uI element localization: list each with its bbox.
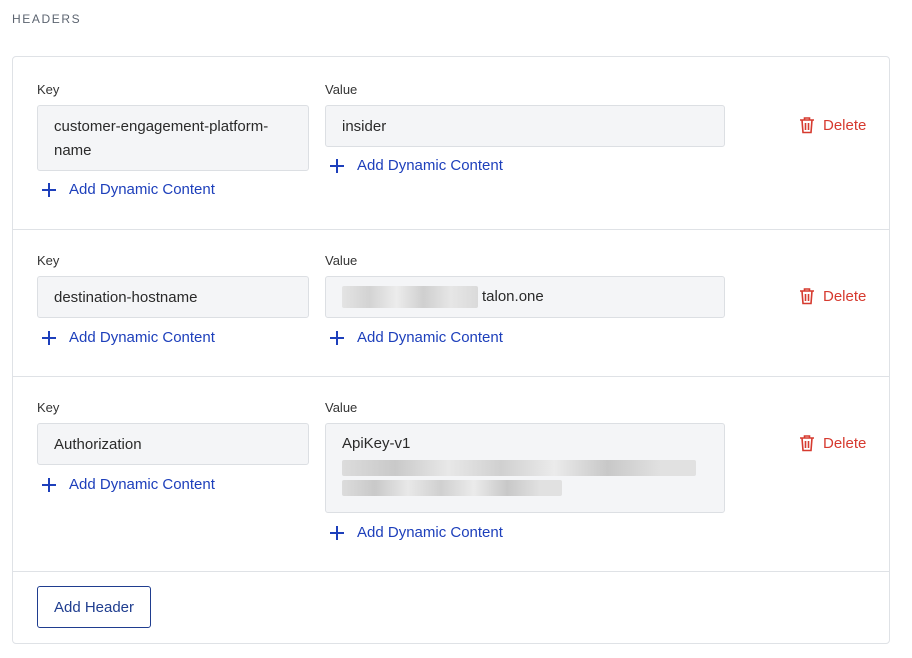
- plus-icon: [330, 525, 344, 540]
- plus-icon: [42, 477, 56, 492]
- trash-icon: [800, 117, 814, 134]
- value-label: Value: [325, 400, 358, 415]
- add-dynamic-content-label: Add Dynamic Content: [357, 329, 503, 346]
- redacted-text: [342, 460, 696, 476]
- key-input[interactable]: customer-engagement-platform-name: [37, 105, 309, 171]
- value-label: Value: [325, 253, 358, 268]
- plus-icon: [42, 330, 56, 345]
- value-input[interactable]: insider: [325, 105, 725, 147]
- trash-icon: [800, 288, 814, 305]
- value-text: ApiKey-v1: [342, 435, 411, 452]
- add-dynamic-content-value[interactable]: Add Dynamic Content: [329, 329, 503, 346]
- add-dynamic-content-label: Add Dynamic Content: [69, 329, 215, 346]
- delete-button[interactable]: Delete: [799, 434, 866, 452]
- plus-icon: [42, 182, 56, 197]
- key-label: Key: [37, 82, 60, 97]
- key-label: Key: [37, 253, 60, 268]
- add-dynamic-content-label: Add Dynamic Content: [69, 476, 215, 493]
- trash-icon: [800, 435, 814, 452]
- headers-panel: Key customer-engagement-platform-name Ad…: [12, 56, 890, 644]
- delete-button[interactable]: Delete: [799, 287, 866, 305]
- key-input[interactable]: Authorization: [37, 423, 309, 465]
- add-header-button[interactable]: Add Header: [37, 586, 151, 628]
- add-dynamic-content-label: Add Dynamic Content: [69, 181, 215, 198]
- section-title: HEADERS: [12, 12, 82, 26]
- value-input[interactable]: talon.one: [325, 276, 725, 318]
- add-dynamic-content-label: Add Dynamic Content: [357, 524, 503, 541]
- add-dynamic-content-value[interactable]: Add Dynamic Content: [329, 524, 503, 541]
- add-dynamic-content-key[interactable]: Add Dynamic Content: [41, 476, 215, 493]
- panel-footer: Add Header: [13, 571, 889, 645]
- value-label: Value: [325, 82, 358, 97]
- value-input[interactable]: ApiKey-v1: [325, 423, 725, 513]
- header-row: Key Authorization Add Dynamic Content Va…: [13, 376, 889, 572]
- header-row: Key customer-engagement-platform-name Ad…: [13, 57, 889, 230]
- add-dynamic-content-key[interactable]: Add Dynamic Content: [41, 329, 215, 346]
- delete-label: Delete: [823, 434, 867, 452]
- add-dynamic-content-key[interactable]: Add Dynamic Content: [41, 181, 215, 198]
- delete-label: Delete: [823, 116, 867, 134]
- plus-icon: [330, 158, 344, 173]
- plus-icon: [330, 330, 344, 345]
- header-row: Key destination-hostname Add Dynamic Con…: [13, 229, 889, 377]
- redacted-text: [342, 480, 562, 496]
- add-dynamic-content-value[interactable]: Add Dynamic Content: [329, 157, 503, 174]
- key-input[interactable]: destination-hostname: [37, 276, 309, 318]
- redacted-text: [342, 286, 478, 308]
- delete-button[interactable]: Delete: [799, 116, 866, 134]
- add-dynamic-content-label: Add Dynamic Content: [357, 157, 503, 174]
- key-label: Key: [37, 400, 60, 415]
- delete-label: Delete: [823, 287, 867, 305]
- value-text: talon.one: [482, 288, 544, 305]
